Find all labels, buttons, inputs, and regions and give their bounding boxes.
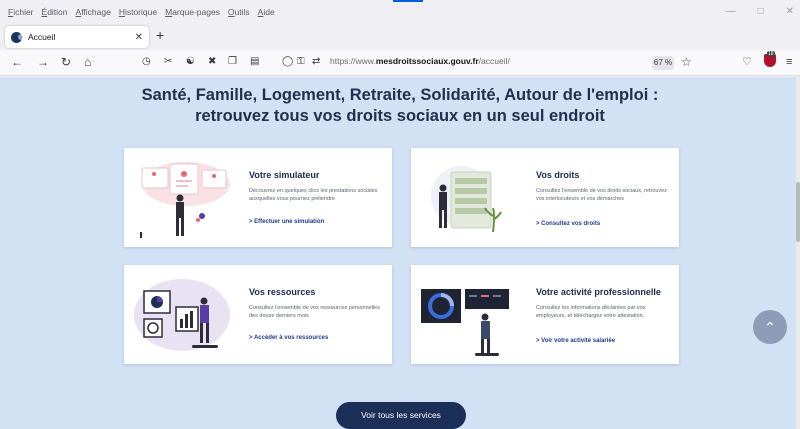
lock-icon[interactable]: ⚿ bbox=[297, 55, 305, 69]
voir-tous-les-services-button[interactable]: Voir tous les services bbox=[336, 402, 466, 429]
card-link[interactable]: > Effectuer une simulation bbox=[249, 219, 324, 225]
scrollbar-thumb[interactable] bbox=[796, 182, 800, 242]
maximize-icon[interactable]: □ bbox=[758, 6, 764, 17]
card-title: Vos droits bbox=[536, 170, 580, 180]
rights-illustration bbox=[431, 166, 502, 233]
navigation-bar: ← → ↻ ⌂ ◷ ✂ ☯ ✖ ❐ ▤ ◯ ⚿ ⇄ https://www.me… bbox=[0, 50, 800, 76]
tab-accueil[interactable]: Accueil ✕ bbox=[5, 26, 149, 48]
cut-icon[interactable]: ✖ bbox=[208, 55, 216, 69]
card-description: Consultez les informations déclarées par… bbox=[536, 305, 646, 319]
card-title: Votre simulateur bbox=[249, 170, 320, 180]
new-tab-icon[interactable]: + bbox=[156, 27, 164, 43]
tab-title: Accueil bbox=[28, 32, 56, 42]
page-headline: Santé, Famille, Logement, Retraite, Soli… bbox=[0, 85, 796, 127]
minimize-icon[interactable]: — bbox=[726, 6, 736, 17]
card-description: Consultez l'ensemble de vos ressources p… bbox=[249, 305, 380, 319]
menu-marque-pages[interactable]: Marque-pages bbox=[165, 7, 220, 17]
site-favicon-icon bbox=[11, 31, 22, 43]
copy-icon[interactable]: ❐ bbox=[228, 55, 237, 69]
simulator-illustration bbox=[140, 162, 230, 238]
ublock-extension-icon[interactable]: 18 bbox=[764, 51, 776, 68]
top-accent bbox=[393, 0, 423, 2]
home-icon[interactable]: ⌂ bbox=[84, 55, 91, 69]
card-title: Votre activité professionnelle bbox=[536, 287, 661, 297]
hamburger-menu-icon[interactable]: ≡ bbox=[786, 55, 792, 69]
extension-icon[interactable]: ☯ bbox=[186, 55, 195, 69]
card-activite-professionnelle[interactable]: Votre activité professionnelle Consultez… bbox=[411, 265, 679, 364]
page-content: Santé, Famille, Logement, Retraite, Soli… bbox=[0, 77, 796, 429]
card-ressources[interactable]: Vos ressources Consultez l'ensemble de v… bbox=[124, 265, 392, 364]
bookmark-star-icon[interactable]: ☆ bbox=[681, 55, 692, 69]
forward-icon[interactable]: → bbox=[37, 55, 49, 69]
tab-bar: Accueil ✕ + bbox=[0, 24, 800, 50]
chevron-up-icon: ⌃ bbox=[764, 319, 776, 335]
menu-aide[interactable]: Aide bbox=[258, 7, 275, 17]
page-scrollbar[interactable] bbox=[796, 77, 800, 429]
close-tab-icon[interactable]: ✕ bbox=[135, 32, 143, 43]
menu-fichier[interactable]: Fichier bbox=[8, 7, 34, 17]
menu-edition[interactable]: Édition bbox=[42, 7, 68, 17]
paste-icon[interactable]: ▤ bbox=[250, 55, 259, 69]
menu-historique[interactable]: Historique bbox=[119, 7, 157, 17]
screenshot-icon[interactable]: ✂ bbox=[164, 55, 172, 69]
zoom-level[interactable]: 67 % bbox=[652, 56, 674, 70]
card-link[interactable]: > Consultez vos droits bbox=[536, 221, 600, 227]
menu-affichage[interactable]: Affichage bbox=[76, 7, 111, 17]
card-droits[interactable]: Vos droits Consultez l'ensemble de vos d… bbox=[411, 148, 679, 247]
scroll-to-top-button[interactable]: ⌃ bbox=[753, 310, 787, 344]
pocket-icon[interactable]: ♡ bbox=[742, 55, 752, 69]
card-link[interactable]: > Accéder à vos ressources bbox=[249, 335, 328, 341]
card-link[interactable]: > Voir votre activité salariée bbox=[536, 338, 615, 344]
menu-bar: Fichier Édition Affichage Historique Mar… bbox=[0, 0, 800, 24]
headline-line-1: Santé, Famille, Logement, Retraite, Soli… bbox=[141, 86, 659, 104]
window-controls: — □ ✕ bbox=[726, 6, 794, 17]
extension-badge: 18 bbox=[767, 51, 775, 57]
card-description: Découvrez en quelques clics les prestati… bbox=[249, 188, 378, 202]
card-description: Consultez l'ensemble de vos droits socia… bbox=[536, 188, 667, 202]
tracking-shield-icon[interactable]: ◯ bbox=[282, 55, 293, 69]
card-simulateur[interactable]: Votre simulateur Découvrez en quelques c… bbox=[124, 148, 392, 247]
back-icon[interactable]: ← bbox=[11, 55, 23, 69]
professional-activity-illustration bbox=[421, 289, 509, 356]
card-title: Vos ressources bbox=[249, 287, 316, 297]
url-text[interactable]: https://www.mesdroitssociaux.gouv.fr/acc… bbox=[330, 56, 510, 66]
headline-line-2: retrouvez tous vos droits sociaux en un … bbox=[195, 107, 605, 125]
close-window-icon[interactable]: ✕ bbox=[786, 6, 794, 17]
menu-outils[interactable]: Outils bbox=[228, 7, 250, 17]
permissions-icon[interactable]: ⇄ bbox=[312, 55, 320, 69]
resources-illustration bbox=[134, 279, 230, 351]
history-icon[interactable]: ◷ bbox=[142, 55, 151, 69]
reload-icon[interactable]: ↻ bbox=[61, 55, 71, 69]
